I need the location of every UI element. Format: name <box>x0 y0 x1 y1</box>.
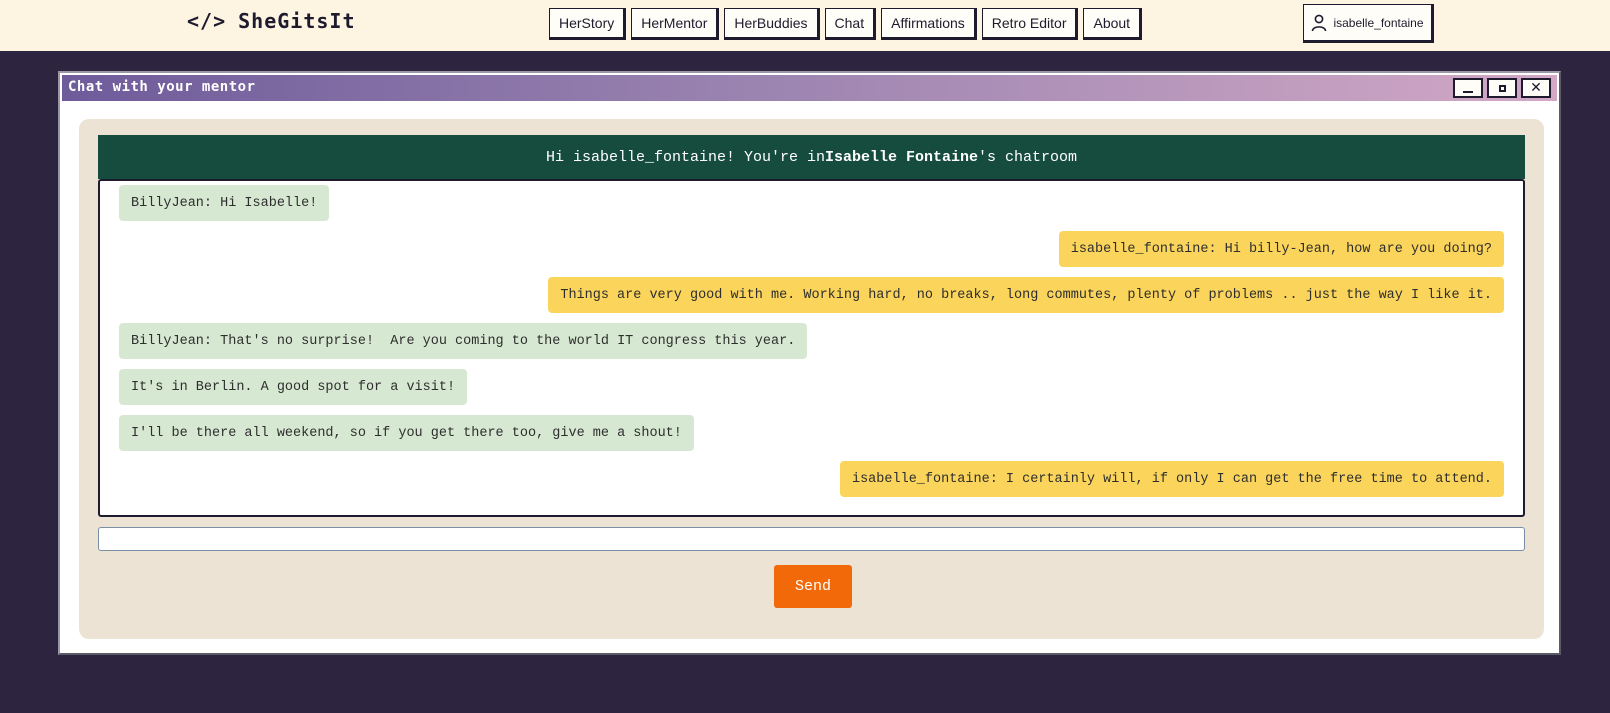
close-button[interactable]: ✕ <box>1521 78 1551 98</box>
nav-links: HerStory HerMentor HerBuddies Chat Affir… <box>549 8 1143 40</box>
nav-link-chat[interactable]: Chat <box>824 8 877 40</box>
chatroom-header-suffix: 's chatroom <box>978 148 1078 166</box>
window-controls: ✕ <box>1453 78 1551 98</box>
message-input[interactable] <box>98 527 1525 551</box>
nav-link-about[interactable]: About <box>1083 8 1143 40</box>
chatroom-header-prefix: Hi isabelle_fontaine! You're in <box>545 148 825 166</box>
user-account-button[interactable]: isabelle_fontaine <box>1303 4 1434 43</box>
chatroom-owner-name: Isabelle Fontaine <box>824 148 979 166</box>
message-bubble: I'll be there all weekend, so if you get… <box>119 415 694 451</box>
nav-link-herbuddies[interactable]: HerBuddies <box>724 8 820 40</box>
maximize-icon <box>1499 85 1506 92</box>
message-bubble: It's in Berlin. A good spot for a visit! <box>119 369 468 405</box>
close-icon: ✕ <box>1530 80 1542 96</box>
maximize-button[interactable] <box>1487 78 1517 98</box>
user-name-label: isabelle_fontaine <box>1333 15 1424 30</box>
message-bubble: Things are very good with me. Working ha… <box>548 277 1504 313</box>
minimize-icon <box>1463 91 1473 93</box>
nav-link-retro-editor[interactable]: Retro Editor <box>981 8 1079 40</box>
top-navbar: </> SheGitsIt HerStory HerMentor HerBuddi… <box>0 0 1610 51</box>
chat-panel: Hi isabelle_fontaine! You're in Isabelle … <box>79 119 1544 639</box>
minimize-button[interactable] <box>1453 78 1483 98</box>
chatroom-header: Hi isabelle_fontaine! You're in Isabelle … <box>98 135 1525 179</box>
message-bubble: BillyJean: That's no surprise! Are you c… <box>119 323 808 359</box>
user-icon <box>1312 14 1327 31</box>
nav-link-hermentor[interactable]: HerMentor <box>631 8 720 40</box>
window-title: Chat with your mentor <box>68 79 256 95</box>
message-bubble: isabelle_fontaine: I certainly will, if … <box>839 461 1504 497</box>
logo-text: SheGitsIt <box>238 9 356 33</box>
message-bubble: BillyJean: Hi Isabelle! <box>119 185 330 221</box>
chat-window: Chat with your mentor ✕ Hi isabelle_font… <box>58 71 1561 655</box>
send-button[interactable]: Send <box>774 565 852 608</box>
nav-link-herstory[interactable]: HerStory <box>549 8 627 40</box>
nav-link-affirmations[interactable]: Affirmations <box>881 8 977 40</box>
message-list[interactable]: BillyJean: Hi Isabelle! isabelle_fontain… <box>98 179 1525 517</box>
logo-code-icon: </> <box>187 9 227 33</box>
window-titlebar[interactable]: Chat with your mentor ✕ <box>62 75 1557 101</box>
app-logo[interactable]: </> SheGitsIt <box>187 9 356 33</box>
message-bubble: isabelle_fontaine: Hi billy-Jean, how ar… <box>1058 231 1504 267</box>
